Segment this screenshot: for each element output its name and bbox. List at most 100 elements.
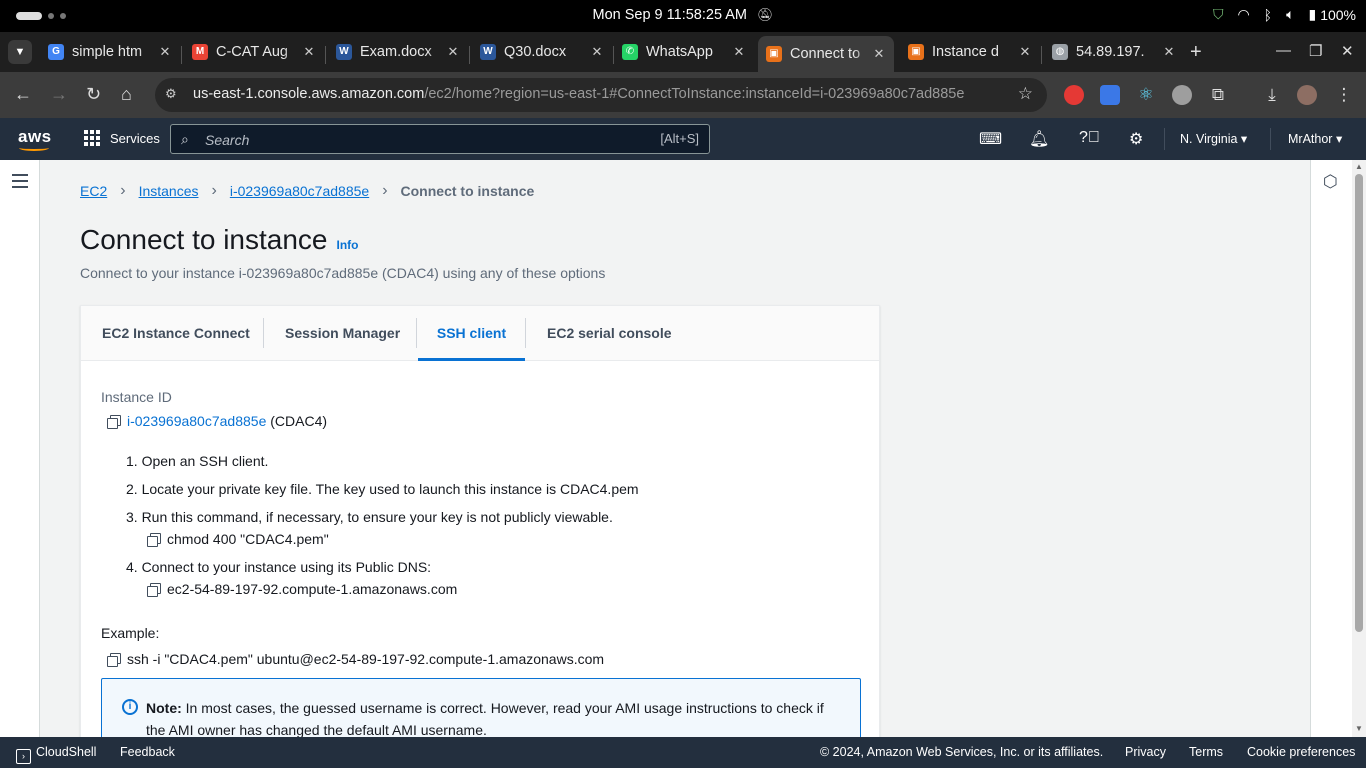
- page-title-row: Connect to instance Info: [80, 224, 359, 256]
- minimize-window-icon[interactable]: —: [1276, 42, 1291, 59]
- terms-link[interactable]: Terms: [1189, 745, 1223, 759]
- copy-icon[interactable]: [147, 533, 161, 547]
- browser-tab[interactable]: W Q30.docx ✕: [472, 36, 612, 68]
- browser-tab[interactable]: ◍ 54.89.197. ✕: [1044, 36, 1184, 68]
- connect-tabs: EC2 Instance Connect Session Manager SSH…: [81, 306, 879, 361]
- browser-tab-strip: ▼ Gsimple htm ✕ M C-CAT Aug ✕ W Exam.docx ✕ W Q30…: [0, 32, 1366, 72]
- system-clock[interactable]: Mon Sep 9 11:58:25 AM 🔕︎: [0, 7, 1366, 23]
- region-selector[interactable]: N. Virginia ▾: [1180, 131, 1247, 146]
- step-2: 2. Locate your private key file. The key…: [126, 481, 639, 497]
- browser-tab[interactable]: ✆ WhatsApp ✕: [614, 36, 754, 68]
- hamburger-menu-icon[interactable]: [12, 174, 28, 192]
- chevron-right-icon: ›: [211, 182, 217, 199]
- browser-tab[interactable]: ▣ Connect to ✕: [758, 36, 894, 72]
- close-tab-icon[interactable]: ✕: [444, 44, 462, 60]
- scroll-down-icon[interactable]: ▼: [1355, 724, 1363, 733]
- tab-ec2-serial-console[interactable]: EC2 serial console: [547, 306, 672, 361]
- extensions-puzzle-icon[interactable]: ⧉: [1208, 85, 1228, 105]
- close-tab-icon[interactable]: ✕: [156, 44, 174, 60]
- aws-ec2-icon: ▣: [908, 44, 924, 60]
- url-host: us-east-1.console.aws.amazon.com: [193, 86, 425, 102]
- notifications-muted-icon: 🔕︎: [757, 7, 774, 22]
- account-name: MrAthor: [1288, 132, 1333, 146]
- word-icon: W: [480, 44, 496, 60]
- settings-gear-icon[interactable]: ⚙: [1129, 129, 1143, 149]
- scrollbar-thumb[interactable]: [1355, 174, 1363, 632]
- close-tab-icon[interactable]: ✕: [730, 44, 748, 60]
- back-icon[interactable]: ←: [14, 84, 32, 105]
- cloudshell-button[interactable]: › CloudShell: [16, 745, 96, 764]
- tab-separator: [469, 46, 470, 64]
- new-tab-button[interactable]: +: [1190, 41, 1202, 64]
- close-window-icon[interactable]: ✕: [1341, 42, 1354, 60]
- aws-logo[interactable]: aws: [18, 127, 52, 151]
- close-tab-icon[interactable]: ✕: [1016, 44, 1034, 60]
- connect-options-card: EC2 Instance Connect Session Manager SSH…: [80, 305, 880, 737]
- browser-tab[interactable]: Gsimple htm ✕: [40, 36, 180, 68]
- reload-icon[interactable]: ↻: [86, 84, 101, 105]
- note-body: In most cases, the guessed username is c…: [146, 700, 824, 737]
- maximize-window-icon[interactable]: ❐: [1309, 42, 1322, 60]
- tab-ssh-client[interactable]: SSH client: [418, 306, 525, 361]
- browser-menu-icon[interactable]: ⋮: [1334, 85, 1354, 105]
- breadcrumb-instances[interactable]: Instances: [139, 183, 199, 199]
- step-3: 3. Run this command, if necessary, to en…: [126, 509, 613, 525]
- tab-search-dropdown-icon[interactable]: ▼: [8, 40, 32, 64]
- copy-icon[interactable]: [147, 583, 161, 597]
- url-text[interactable]: us-east-1.console.aws.amazon.com/ec2/hom…: [193, 86, 964, 102]
- battery-percent: 100%: [1320, 6, 1356, 23]
- downloads-icon[interactable]: ⤓: [1262, 85, 1282, 105]
- site-info-icon[interactable]: ⚙: [165, 86, 177, 102]
- browser-tab-title: 54.89.197.: [1076, 44, 1145, 60]
- browser-tab[interactable]: M C-CAT Aug ✕: [184, 36, 324, 68]
- profile-avatar[interactable]: [1297, 85, 1317, 105]
- instance-id-link[interactable]: i-023969a80c7ad885e: [127, 413, 266, 429]
- cookie-preferences-link[interactable]: Cookie preferences: [1247, 745, 1355, 759]
- browser-tab[interactable]: W Exam.docx ✕: [328, 36, 468, 68]
- aws-search-box[interactable]: ⌕ [Alt+S]: [170, 124, 710, 154]
- forward-icon[interactable]: →: [50, 84, 68, 105]
- browser-tab[interactable]: ▣ Instance d ✕: [900, 36, 1040, 68]
- close-tab-icon[interactable]: ✕: [870, 46, 888, 62]
- account-menu[interactable]: MrAthor ▾: [1288, 131, 1342, 146]
- volume-muted-icon: 🔈︎: [1286, 6, 1295, 22]
- chevron-right-icon: ›: [120, 182, 126, 199]
- tools-panel-icon[interactable]: ⬡: [1323, 172, 1338, 192]
- info-link[interactable]: Info: [337, 238, 359, 252]
- cloudshell-icon[interactable]: ⌨: [979, 129, 1002, 149]
- close-tab-icon[interactable]: ✕: [300, 44, 318, 60]
- instance-id-label: Instance ID: [101, 389, 172, 405]
- tab-session-manager[interactable]: Session Manager: [285, 306, 400, 361]
- breadcrumb-ec2[interactable]: EC2: [80, 183, 107, 199]
- home-icon[interactable]: ⌂: [121, 84, 132, 105]
- help-icon[interactable]: ?⃝: [1079, 129, 1100, 147]
- breadcrumb-instance-id[interactable]: i-023969a80c7ad885e: [230, 183, 369, 199]
- react-devtools-icon[interactable]: ⚛: [1136, 85, 1156, 105]
- feedback-link[interactable]: Feedback: [120, 745, 175, 759]
- notifications-bell-icon[interactable]: 🔔︎: [1029, 129, 1049, 149]
- cloudshell-label: CloudShell: [36, 745, 97, 759]
- address-bar[interactable]: ⚙ us-east-1.console.aws.amazon.com/ec2/h…: [155, 78, 1047, 112]
- close-tab-icon[interactable]: ✕: [588, 44, 606, 60]
- scroll-up-icon[interactable]: ▲: [1355, 162, 1363, 171]
- browser-toolbar: ← → ↻ ⌂ ⚙ us-east-1.console.aws.amazon.c…: [0, 72, 1366, 118]
- copy-icon[interactable]: [107, 653, 121, 667]
- close-tab-icon[interactable]: ✕: [1160, 44, 1178, 60]
- aws-global-nav: aws Services ⌕ [Alt+S] ⌨ 🔔︎ ?⃝ ⚙ N. Virg…: [0, 118, 1366, 160]
- example-label: Example:: [101, 625, 160, 641]
- aws-search-input[interactable]: [205, 130, 605, 150]
- copy-icon[interactable]: [107, 415, 121, 429]
- services-menu-button[interactable]: Services: [84, 130, 160, 146]
- tab-ec2-instance-connect[interactable]: EC2 Instance Connect: [102, 306, 250, 361]
- page-scrollbar[interactable]: ▲ ▼: [1352, 160, 1366, 737]
- bookmark-star-icon[interactable]: ☆: [1018, 84, 1033, 104]
- url-path: /ec2/home?region=us-east-1#ConnectToInst…: [424, 86, 965, 102]
- system-tray[interactable]: ⛉ ◠ ᛒ 🔈︎ ▮ 100%: [1213, 6, 1356, 23]
- extension-avatar-icon[interactable]: [1172, 85, 1192, 105]
- console-footer: › CloudShell Feedback © 2024, Amazon Web …: [0, 737, 1366, 768]
- browser-tab-title: Exam.docx: [360, 44, 432, 60]
- screen-capture-extension-icon[interactable]: [1100, 85, 1120, 105]
- privacy-link[interactable]: Privacy: [1125, 745, 1166, 759]
- adblock-extension-icon[interactable]: [1064, 85, 1084, 105]
- search-icon: ⌕: [181, 131, 189, 147]
